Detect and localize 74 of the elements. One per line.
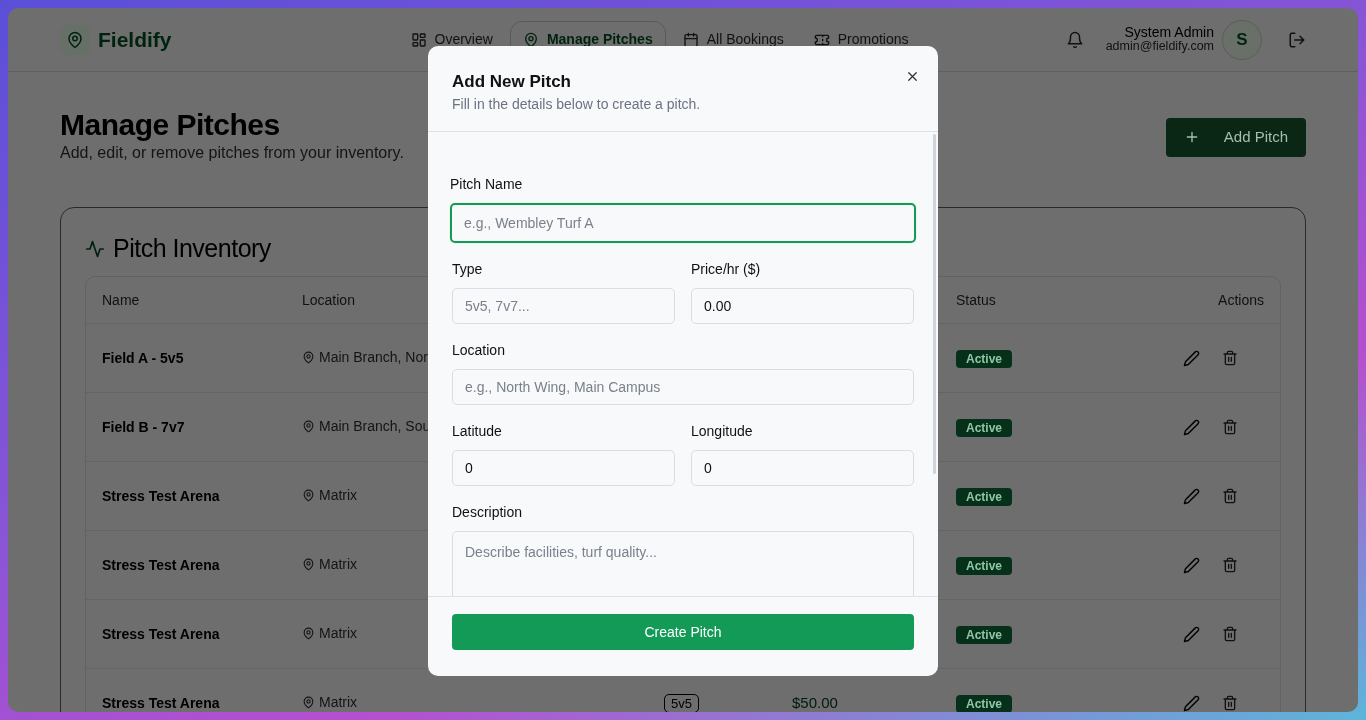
trash-icon[interactable]	[1222, 488, 1238, 505]
input-field[interactable]: e.g., Wembley Turf A	[450, 203, 916, 243]
pitch-location: Matrix	[319, 555, 358, 574]
field-label: Pitch Name	[450, 175, 524, 194]
pitch-name: Stress Test Arena	[102, 556, 220, 573]
input-field[interactable]: 0	[691, 450, 914, 486]
pitch-name: Stress Test Arena	[102, 487, 220, 504]
logo-icon	[60, 24, 90, 55]
input-field[interactable]: 0.00	[691, 288, 914, 324]
column-header: Actions	[1218, 291, 1264, 308]
activity-icon	[85, 238, 105, 259]
status-badge: Active	[956, 487, 1013, 506]
field-label: Latitude	[452, 422, 503, 441]
field-label: Type	[452, 260, 484, 279]
pencil-icon[interactable]	[1183, 487, 1200, 505]
pencil-icon[interactable]	[1183, 625, 1200, 643]
pitch-location: Matrix	[319, 693, 358, 712]
pitch-name: Field B - 7v7	[102, 418, 185, 435]
nav-tab[interactable]: All Bookings	[669, 21, 797, 58]
user-name: System Admin	[1123, 24, 1214, 41]
grid-icon	[410, 31, 427, 48]
map-pin-icon	[302, 351, 315, 364]
column-header: Status	[956, 291, 996, 308]
pitch-location: Matrix	[319, 486, 358, 505]
status-badge: Active	[956, 418, 1013, 437]
add-pitch-button[interactable]: Add Pitch	[1165, 118, 1306, 157]
nav-tab[interactable]: Overview	[397, 21, 506, 58]
pencil-icon[interactable]	[1183, 349, 1200, 367]
input-field[interactable]: 0	[452, 450, 675, 486]
status-badge: Active	[956, 694, 1013, 712]
map-pin-icon	[302, 558, 315, 571]
trash-icon[interactable]	[1222, 695, 1238, 712]
trash-icon[interactable]	[1222, 350, 1238, 367]
trash-icon[interactable]	[1222, 419, 1238, 436]
text-area[interactable]: Describe facilities, turf quality...	[452, 531, 914, 596]
status-badge: Active	[956, 349, 1013, 368]
pitch-location: Main Branch, Nor	[319, 348, 428, 367]
column-header: Location	[302, 291, 355, 308]
map-pin-icon	[522, 31, 539, 48]
card-title: Pitch Inventory	[113, 233, 271, 264]
status-badge: Active	[956, 625, 1013, 644]
calendar-icon	[682, 31, 699, 48]
modal-subtitle: Fill in the details below to create a pitch.	[452, 95, 702, 114]
pencil-icon[interactable]	[1183, 556, 1200, 574]
map-pin-icon	[302, 489, 315, 502]
pencil-icon[interactable]	[1183, 694, 1200, 712]
pitch-name: Stress Test Arena	[102, 694, 220, 711]
field-label: Longitude	[691, 422, 754, 441]
modal-title: Add New Pitch	[452, 72, 571, 93]
user-avatar[interactable]: S	[1222, 19, 1262, 60]
trash-icon[interactable]	[1222, 557, 1238, 574]
field-label: Description	[452, 503, 524, 522]
page-title: Manage Pitches	[60, 108, 281, 141]
brand-name: Fieldify	[98, 26, 172, 53]
bell-icon[interactable]	[1065, 30, 1084, 49]
map-pin-icon	[302, 696, 315, 709]
pitch-name: Field A - 5v5	[102, 349, 184, 366]
user-email: admin@fieldify.com	[1105, 40, 1214, 55]
pencil-icon[interactable]	[1183, 418, 1200, 436]
status-badge: Active	[956, 556, 1013, 575]
pitch-location: Matrix	[319, 624, 358, 643]
create-pitch-button[interactable]: Create Pitch	[452, 614, 914, 650]
nav-tab[interactable]: Promotions	[800, 21, 922, 58]
pitch-name: Stress Test Arena	[102, 625, 220, 642]
trash-icon[interactable]	[1222, 626, 1238, 643]
page-subtitle: Add, edit, or remove pitches from your inventory.	[60, 143, 404, 163]
scrollbar[interactable]	[933, 134, 936, 474]
column-header: Name	[102, 291, 140, 308]
map-pin-icon	[302, 627, 315, 640]
field-label: Price/hr ($)	[691, 260, 762, 279]
field-label: Location	[452, 341, 506, 360]
pitch-price: $50.00	[792, 693, 838, 711]
logout-icon[interactable]	[1288, 30, 1306, 49]
map-pin-icon	[302, 420, 315, 433]
